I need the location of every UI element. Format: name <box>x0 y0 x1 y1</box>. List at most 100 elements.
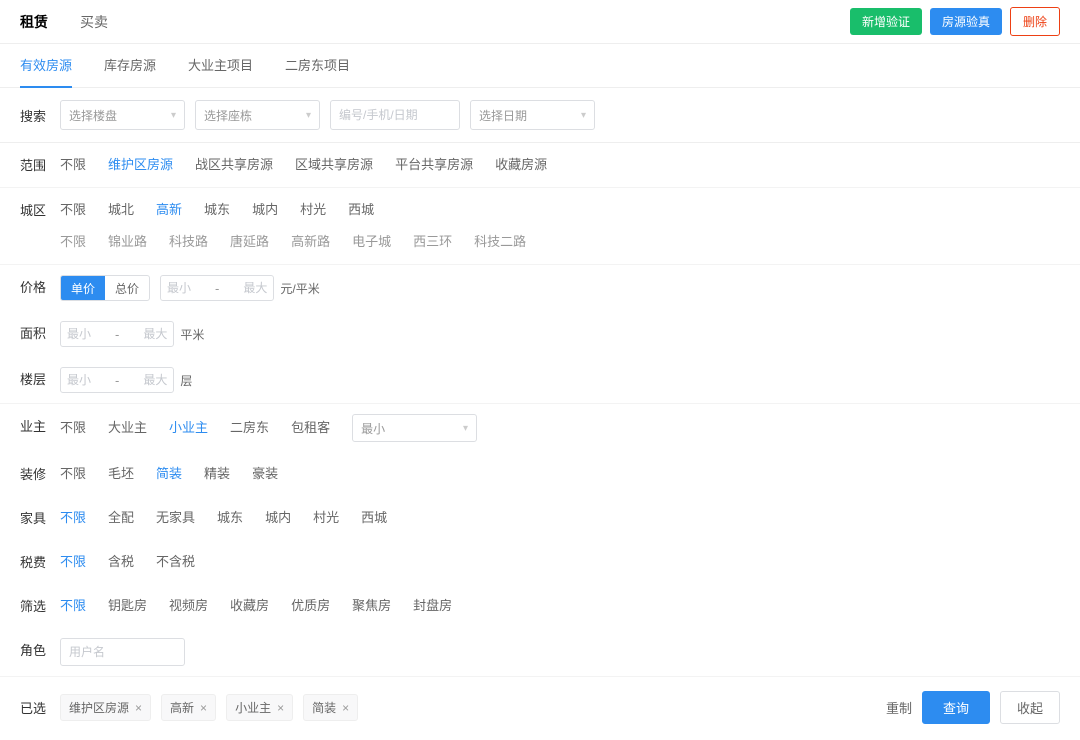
sub-tab-stock[interactable]: 库存房源 <box>104 44 156 88</box>
furniture-opt-3[interactable]: 城东 <box>217 506 243 530</box>
filter-opt-3[interactable]: 收藏房 <box>230 594 269 618</box>
search-keyword-input[interactable] <box>330 100 460 130</box>
district-opt-1[interactable]: 城北 <box>108 198 134 222</box>
select-date[interactable]: 选择日期▾ <box>470 100 595 130</box>
district-sub-2[interactable]: 科技路 <box>169 230 208 254</box>
furniture-opt-5[interactable]: 村光 <box>313 506 339 530</box>
close-icon[interactable]: × <box>135 701 142 715</box>
price-seg-unit[interactable]: 单价 <box>61 276 105 300</box>
reset-button[interactable]: 重制 <box>886 698 912 717</box>
selected-label: 已选 <box>20 698 60 717</box>
price-seg-total[interactable]: 总价 <box>105 276 149 300</box>
district-opt-5[interactable]: 村光 <box>300 198 326 222</box>
scope-opt-0[interactable]: 不限 <box>60 153 86 177</box>
top-tab-sale[interactable]: 买卖 <box>80 12 108 32</box>
area-label: 面积 <box>20 321 60 342</box>
district-options: 不限 城北 高新 城东 城内 村光 西城 <box>60 198 1060 222</box>
filter-scope: 范围 不限 维护区房源 战区共享房源 区域共享房源 平台共享房源 收藏房源 <box>0 143 1080 188</box>
top-tab-rent[interactable]: 租赁 <box>20 12 48 32</box>
owner-opt-1[interactable]: 大业主 <box>108 416 147 440</box>
district-sub-1[interactable]: 锦业路 <box>108 230 147 254</box>
district-sub-3[interactable]: 唐延路 <box>230 230 269 254</box>
price-max-input[interactable] <box>225 281 267 295</box>
sub-tab-valid[interactable]: 有效房源 <box>20 44 72 88</box>
owner-opt-4[interactable]: 包租客 <box>291 416 330 440</box>
scope-opt-2[interactable]: 战区共享房源 <box>195 153 273 177</box>
sub-tab-sublandlord[interactable]: 二房东项目 <box>285 44 350 88</box>
district-opt-4[interactable]: 城内 <box>252 198 278 222</box>
role-label: 角色 <box>20 638 60 659</box>
collapse-button[interactable]: 收起 <box>1000 691 1060 724</box>
deco-opt-3[interactable]: 精装 <box>204 462 230 486</box>
owner-opt-2[interactable]: 小业主 <box>169 416 208 440</box>
select-block[interactable]: 选择座栋▾ <box>195 100 320 130</box>
delete-button[interactable]: 删除 <box>1010 7 1060 36</box>
sub-tab-bigowner[interactable]: 大业主项目 <box>188 44 253 88</box>
owner-opt-0[interactable]: 不限 <box>60 416 86 440</box>
owner-select[interactable]: 最小▾ <box>352 414 477 442</box>
query-button[interactable]: 查询 <box>922 691 990 724</box>
close-icon[interactable]: × <box>200 701 207 715</box>
district-sub-5[interactable]: 电子城 <box>352 230 391 254</box>
scope-label: 范围 <box>20 153 60 174</box>
deco-opt-0[interactable]: 不限 <box>60 462 86 486</box>
tax-opt-2[interactable]: 不含税 <box>156 550 195 574</box>
filter-opt-4[interactable]: 优质房 <box>291 594 330 618</box>
tax-opt-0[interactable]: 不限 <box>60 550 86 574</box>
district-sub-6[interactable]: 西三环 <box>413 230 452 254</box>
floor-max-input[interactable] <box>125 373 167 387</box>
district-opt-6[interactable]: 西城 <box>348 198 374 222</box>
furniture-opt-4[interactable]: 城内 <box>265 506 291 530</box>
price-min-input[interactable] <box>167 281 209 295</box>
select-building[interactable]: 选择楼盘▾ <box>60 100 185 130</box>
selected-row: 已选 维护区房源× 高新× 小业主× 简装× 重制 查询 收起 <box>0 676 1080 740</box>
role-input[interactable] <box>60 638 185 666</box>
search-row: 搜索 选择楼盘▾ 选择座栋▾ 选择日期▾ <box>0 88 1080 143</box>
new-verify-button[interactable]: 新增验证 <box>850 8 922 35</box>
scope-opt-5[interactable]: 收藏房源 <box>495 153 547 177</box>
deco-opt-4[interactable]: 豪装 <box>252 462 278 486</box>
price-range: - <box>160 275 274 301</box>
filter-owner: 业主 不限 大业主 小业主 二房东 包租客 最小▾ <box>0 404 1080 452</box>
scope-opt-1[interactable]: 维护区房源 <box>108 153 173 177</box>
price-unit: 元/平米 <box>280 280 319 297</box>
close-icon[interactable]: × <box>277 701 284 715</box>
furniture-opt-2[interactable]: 无家具 <box>156 506 195 530</box>
owner-opt-3[interactable]: 二房东 <box>230 416 269 440</box>
floor-min-input[interactable] <box>67 373 109 387</box>
district-sub-0[interactable]: 不限 <box>60 230 86 254</box>
search-label: 搜索 <box>20 106 60 125</box>
furniture-opt-6[interactable]: 西城 <box>361 506 387 530</box>
scope-opt-3[interactable]: 区域共享房源 <box>295 153 373 177</box>
deco-label: 装修 <box>20 462 60 483</box>
district-opt-3[interactable]: 城东 <box>204 198 230 222</box>
chevron-down-icon: ▾ <box>463 423 468 434</box>
filter-opt-0[interactable]: 不限 <box>60 594 86 618</box>
district-sub-4[interactable]: 高新路 <box>291 230 330 254</box>
area-range: - <box>60 321 174 347</box>
filter-deco: 装修 不限 毛坯 简装 精装 豪装 <box>0 452 1080 496</box>
deco-opt-1[interactable]: 毛坯 <box>108 462 134 486</box>
filter-opt-1[interactable]: 钥匙房 <box>108 594 147 618</box>
filter-price: 价格 单价 总价 - 元/平米 <box>0 265 1080 311</box>
filter-opt-2[interactable]: 视频房 <box>169 594 208 618</box>
deco-opt-2[interactable]: 简装 <box>156 462 182 486</box>
filter-district: 城区 不限 城北 高新 城东 城内 村光 西城 不限 锦业路 科技路 唐延路 高… <box>0 188 1080 265</box>
area-max-input[interactable] <box>125 327 167 341</box>
source-verify-button[interactable]: 房源验真 <box>930 8 1002 35</box>
district-label: 城区 <box>20 198 60 219</box>
scope-opt-4[interactable]: 平台共享房源 <box>395 153 473 177</box>
furniture-opt-0[interactable]: 不限 <box>60 506 86 530</box>
filter-opt-5[interactable]: 聚焦房 <box>352 594 391 618</box>
selected-tag-2: 小业主× <box>226 694 293 721</box>
district-sub-7[interactable]: 科技二路 <box>474 230 526 254</box>
filter-opt-6[interactable]: 封盘房 <box>413 594 452 618</box>
scope-options: 不限 维护区房源 战区共享房源 区域共享房源 平台共享房源 收藏房源 <box>60 153 569 177</box>
close-icon[interactable]: × <box>342 701 349 715</box>
tax-opt-1[interactable]: 含税 <box>108 550 134 574</box>
furniture-opt-1[interactable]: 全配 <box>108 506 134 530</box>
area-min-input[interactable] <box>67 327 109 341</box>
district-opt-2[interactable]: 高新 <box>156 198 182 222</box>
floor-label: 楼层 <box>20 367 60 388</box>
district-opt-0[interactable]: 不限 <box>60 198 86 222</box>
